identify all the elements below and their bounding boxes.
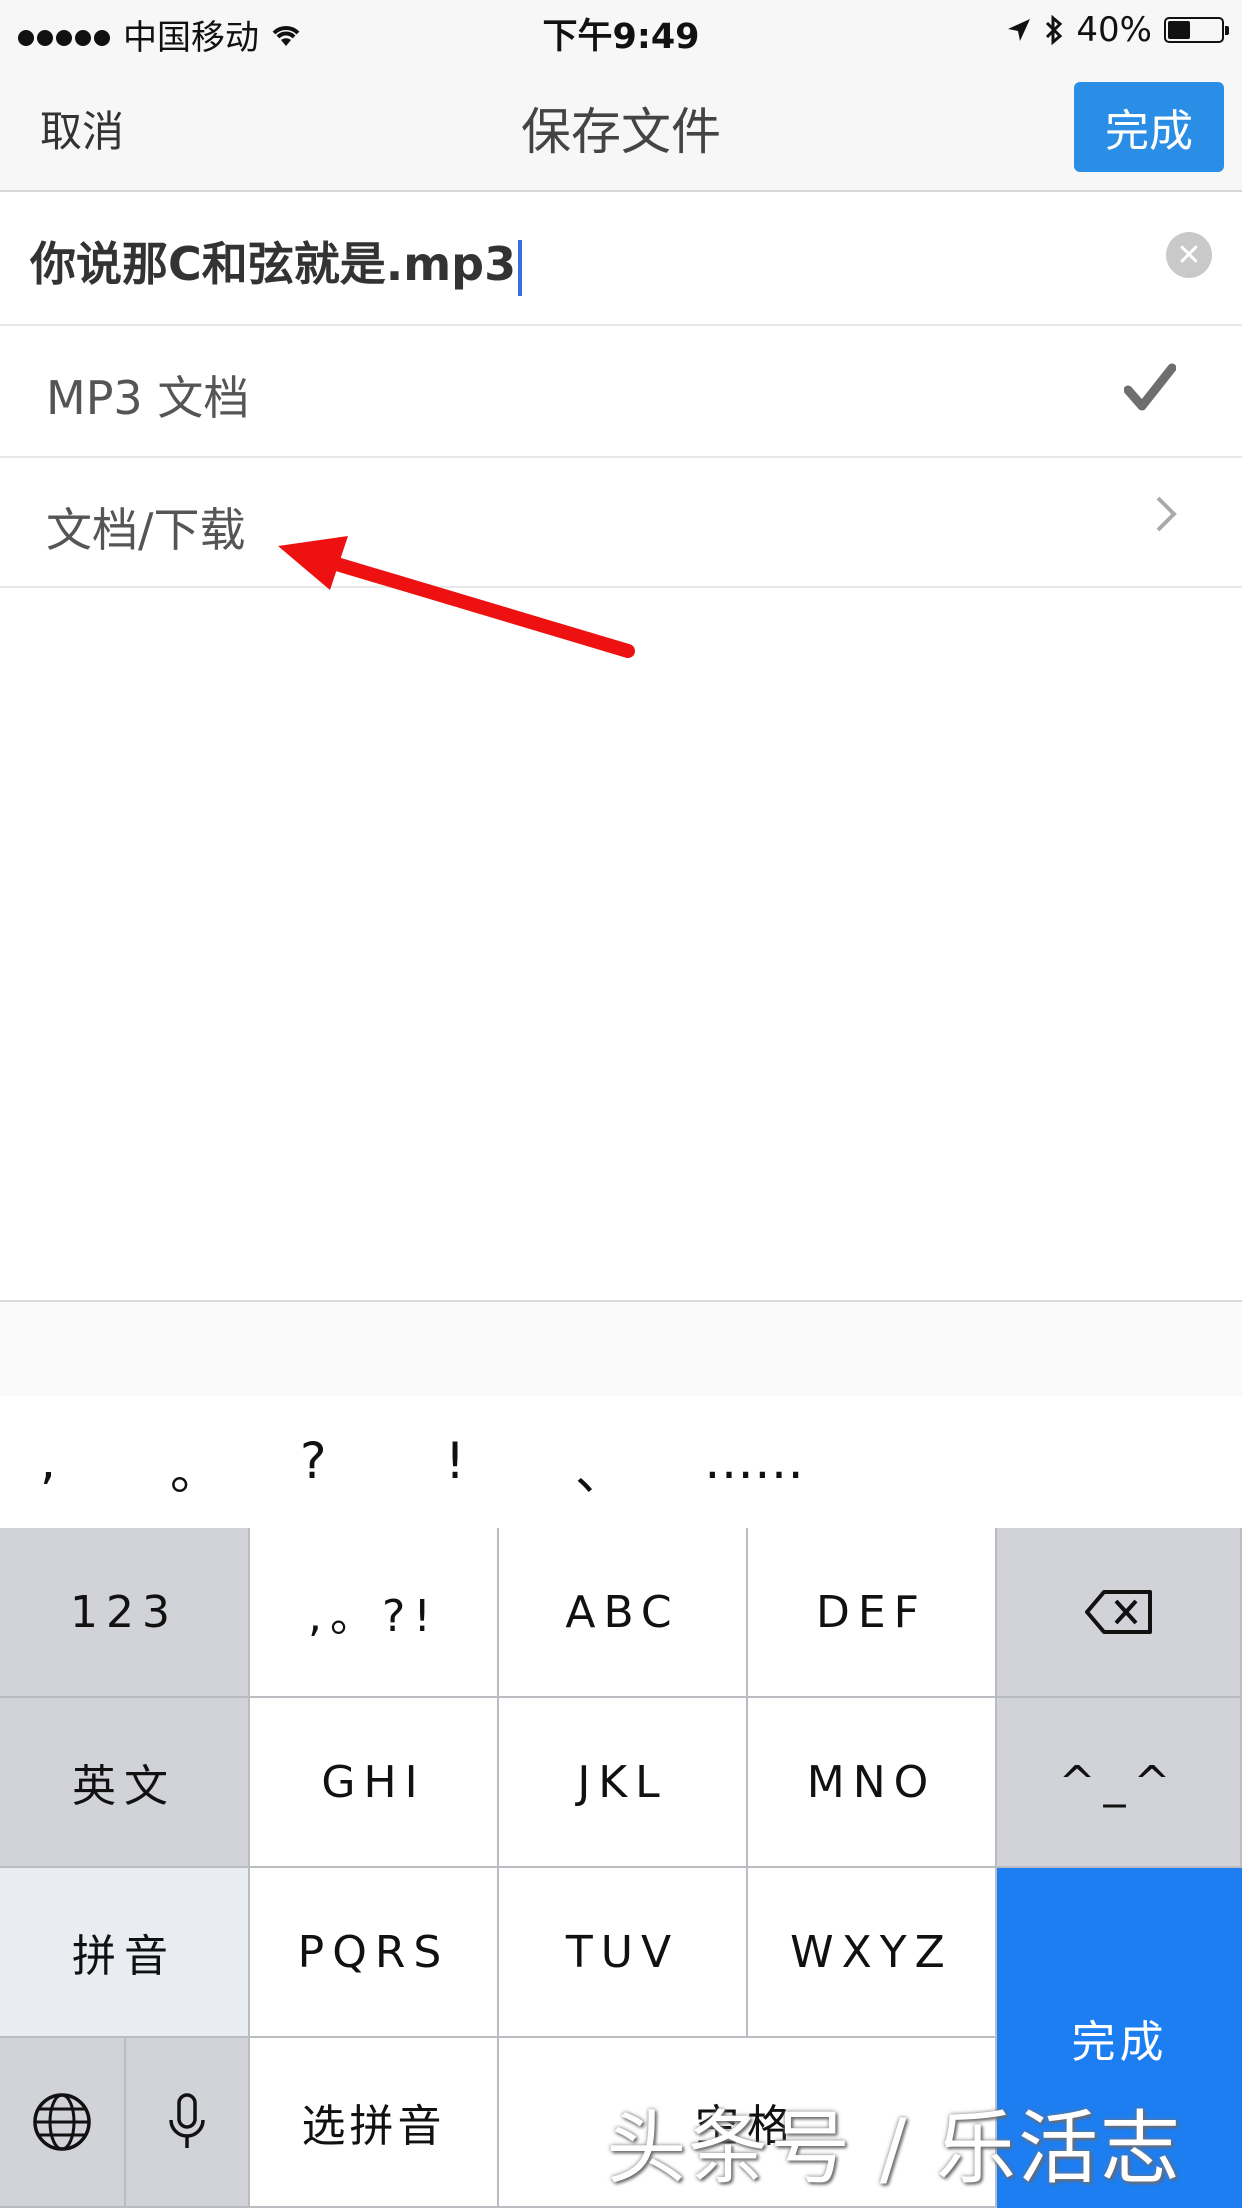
key-punct[interactable]: ,。?! xyxy=(250,1528,499,1698)
microphone-key[interactable] xyxy=(126,2038,250,2208)
key-wxyz[interactable]: WXYZ xyxy=(748,1868,997,2038)
file-type-row[interactable]: MP3 文档 xyxy=(0,324,1242,458)
file-location-label: 文档/下载 xyxy=(46,503,246,557)
filename-value[interactable]: 你说那C和弦就是.mp3 xyxy=(30,237,516,291)
red-arrow-annotation xyxy=(278,536,635,658)
nav-bar: 取消 保存文件 完成 xyxy=(0,62,1242,192)
key-123[interactable]: 123 xyxy=(0,1528,250,1698)
bluetooth-icon xyxy=(1046,14,1063,46)
key-mno[interactable]: MNO xyxy=(748,1698,997,1868)
punct-comma[interactable]: , xyxy=(40,1432,56,1490)
punct-exclaim[interactable]: ! xyxy=(445,1432,465,1490)
backspace-key[interactable] xyxy=(997,1528,1242,1698)
backspace-icon xyxy=(1084,1590,1152,1634)
chevron-right-icon xyxy=(1156,496,1177,532)
key-pqrs[interactable]: PQRS xyxy=(250,1868,499,2038)
status-right: 40% xyxy=(1006,10,1229,50)
key-select-pinyin[interactable]: 选拼音 xyxy=(250,2038,499,2208)
key-tuv[interactable]: TUV xyxy=(499,1868,748,2038)
microphone-icon xyxy=(169,2093,205,2148)
key-jkl[interactable]: JKL xyxy=(499,1698,748,1868)
punct-ellipsis[interactable]: …… xyxy=(704,1432,804,1490)
punct-question[interactable]: ? xyxy=(300,1432,327,1490)
keyboard-accessory-bar xyxy=(0,1300,1242,1398)
key-pinyin[interactable]: 拼音 xyxy=(0,1868,250,2038)
key-ghi[interactable]: GHI xyxy=(250,1698,499,1868)
key-abc[interactable]: ABC xyxy=(499,1528,748,1698)
key-emoticon[interactable]: ^_^ xyxy=(997,1698,1242,1868)
globe-icon xyxy=(33,2093,91,2151)
battery-percent: 40% xyxy=(1076,10,1152,50)
key-def[interactable]: DEF xyxy=(748,1528,997,1698)
punctuation-bar: , 。 ? ! 、 …… xyxy=(0,1396,1242,1528)
punct-dun[interactable]: 、 xyxy=(575,1432,625,1504)
punct-period[interactable]: 。 xyxy=(170,1432,220,1504)
status-bar: 中国移动 下午9:49 40% xyxy=(0,0,1242,62)
key-english[interactable]: 英文 xyxy=(0,1698,250,1868)
checkmark-icon xyxy=(1124,363,1176,411)
filename-field[interactable]: 你说那C和弦就是.mp3 ✕ xyxy=(0,192,1242,326)
filename-text-wrap[interactable]: 你说那C和弦就是.mp3 xyxy=(30,228,523,296)
done-button[interactable]: 完成 xyxy=(1074,82,1224,172)
text-caret xyxy=(518,239,523,296)
page-title: 保存文件 xyxy=(521,103,721,161)
watermark-text: 头条号 / 乐活志 xyxy=(606,2102,1182,2195)
location-arrow-icon xyxy=(1008,19,1031,41)
battery-icon xyxy=(1164,17,1229,43)
clear-icon[interactable]: ✕ xyxy=(1166,232,1212,278)
file-type-label: MP3 文档 xyxy=(46,371,250,425)
globe-key[interactable] xyxy=(0,2038,126,2208)
